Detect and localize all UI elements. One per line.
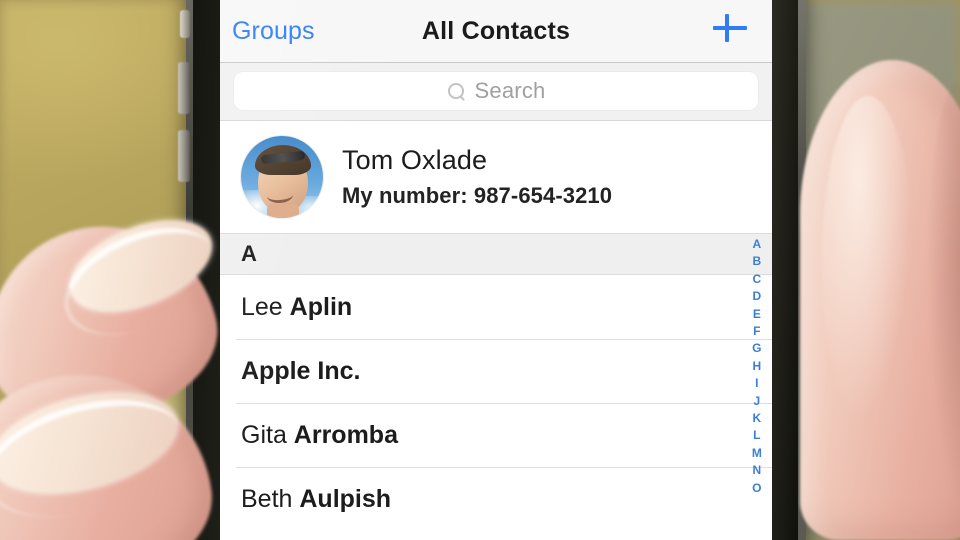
alpha-index-letter[interactable]: C (753, 271, 762, 288)
my-card-name: Tom Oxlade (342, 145, 488, 176)
volume-down-button[interactable] (178, 130, 190, 182)
alpha-index-letter[interactable]: M (752, 445, 762, 462)
contact-last-name: Arromba (293, 421, 398, 449)
alphabet-index[interactable]: ABCDEFGHIJKLMNO (746, 236, 768, 497)
search-icon (447, 82, 466, 101)
plus-icon[interactable] (710, 8, 750, 48)
right-thumb (800, 60, 960, 540)
alpha-index-letter[interactable]: H (753, 358, 762, 375)
alpha-index-letter[interactable]: F (753, 323, 761, 340)
alpha-index-letter[interactable]: E (753, 306, 761, 323)
alpha-index-letter[interactable]: N (753, 462, 762, 479)
search-input[interactable]: Search (234, 72, 758, 110)
navigation-bar: Groups All Contacts (220, 0, 772, 63)
right-thumb-shadow (926, 84, 960, 514)
page-title: All Contacts (421, 17, 571, 45)
alpha-index-letter[interactable]: K (753, 410, 762, 427)
alpha-index-letter[interactable]: D (753, 288, 762, 305)
contact-row[interactable]: Lee Aplin (220, 275, 772, 339)
right-thumb-highlight (822, 96, 914, 426)
avatar-neck (267, 204, 299, 218)
avatar (241, 136, 323, 218)
search-bar-container: Search (220, 63, 772, 121)
contact-row[interactable]: Gita Arromba (220, 403, 772, 467)
my-card-text: Tom Oxlade My number: 987-654-3210 (342, 145, 612, 209)
contact-last-name: Aplin (289, 293, 353, 321)
alpha-index-letter[interactable]: A (753, 236, 762, 253)
right-hand (800, 60, 960, 540)
mute-switch[interactable] (180, 10, 190, 38)
section-header: A (220, 234, 772, 275)
alpha-index-letter[interactable]: B (753, 253, 762, 270)
contacts-list: A Lee Aplin Apple Inc. Gita Arromba Beth Aul… (220, 234, 772, 531)
left-hand (0, 201, 260, 540)
my-card-number: My number: 987-654-3210 (342, 182, 613, 208)
alpha-index-letter[interactable]: I (755, 375, 759, 392)
alpha-index-letter[interactable]: L (753, 427, 761, 444)
contact-row[interactable]: Beth Aulpish (220, 467, 772, 531)
screenshot-scene: Groups All Contacts Search Tom Oxlade My… (0, 0, 960, 540)
alpha-index-letter[interactable]: G (752, 340, 762, 357)
phone-screen: Groups All Contacts Search Tom Oxlade My… (220, 0, 772, 540)
volume-up-button[interactable] (178, 62, 190, 114)
alpha-index-letter[interactable]: O (752, 480, 762, 497)
my-card-row[interactable]: Tom Oxlade My number: 987-654-3210 (220, 121, 772, 234)
alpha-index-letter[interactable]: J (754, 393, 761, 410)
contact-last-name: Aulpish (299, 485, 392, 513)
search-placeholder: Search (474, 78, 546, 103)
contact-row[interactable]: Apple Inc. (220, 339, 772, 403)
